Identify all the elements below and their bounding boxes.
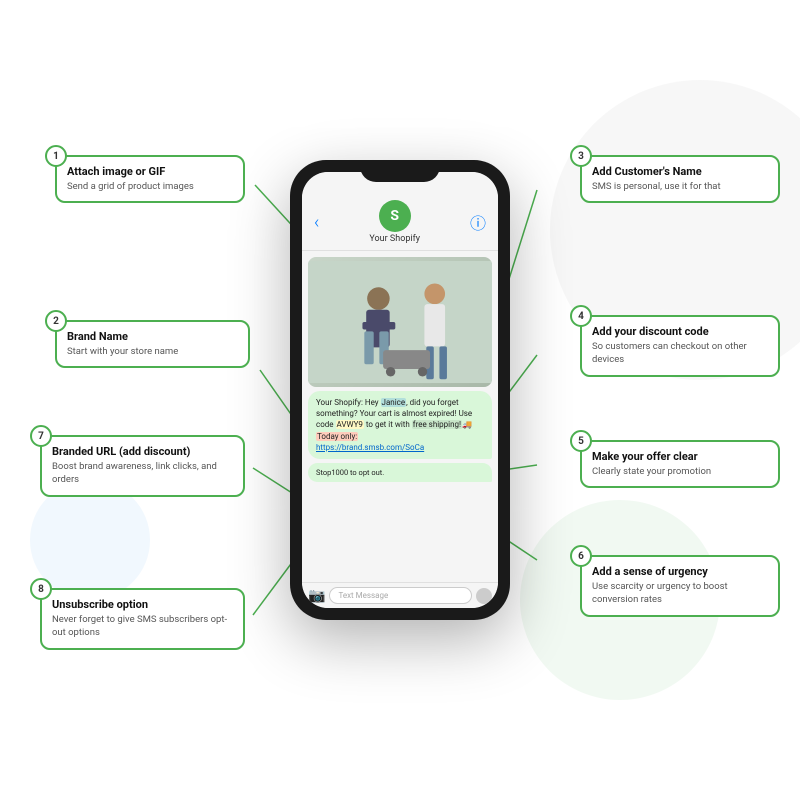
annotation-badge-8: 8	[30, 578, 52, 600]
sms-to-get: to get it with	[364, 420, 412, 429]
sms-app-header: ‹ S Your Shopify ⓘ	[302, 172, 498, 251]
annotation-title-6: Add a sense of urgency	[592, 565, 768, 578]
info-icon[interactable]: ⓘ	[470, 210, 486, 234]
annotation-badge-1: 1	[45, 145, 67, 167]
annotation-title-3: Add Customer's Name	[592, 165, 768, 178]
phone-mockup: ‹ S Your Shopify ⓘ	[290, 160, 510, 620]
annotation-badge-4: 4	[570, 305, 592, 327]
sms-today-only: Today only:	[316, 432, 358, 441]
sms-url: https://brand.smsb.com/SoCa	[316, 443, 424, 452]
annotation-badge-5: 5	[570, 430, 592, 452]
product-image	[308, 257, 492, 387]
sms-discount-code: AVWY9	[336, 420, 364, 429]
phone-notch	[360, 160, 440, 182]
annotation-desc-2: Start with your store name	[67, 345, 238, 358]
annotation-desc-4: So customers can checkout on other devic…	[592, 340, 768, 367]
contact-info: S Your Shopify	[369, 200, 420, 244]
annotation-title-1: Attach image or GIF	[67, 165, 233, 178]
annotation-7: 7 Branded URL (add discount) Boost brand…	[40, 435, 245, 497]
sms-brand-prefix: Your Shopify: Hey	[316, 398, 381, 407]
annotation-4: 4 Add your discount code So customers ca…	[580, 315, 780, 377]
annotation-desc-6: Use scarcity or urgency to boost convers…	[592, 580, 768, 607]
annotation-3: 3 Add Customer's Name SMS is personal, u…	[580, 155, 780, 203]
annotation-6: 6 Add a sense of urgency Use scarcity or…	[580, 555, 780, 617]
sms-optout-bubble: Stop1000 to opt out.	[308, 463, 492, 482]
annotation-badge-7: 7	[30, 425, 52, 447]
annotation-title-4: Add your discount code	[592, 325, 768, 338]
annotation-desc-7: Boost brand awareness, link clicks, and …	[52, 460, 233, 487]
annotation-1: 1 Attach image or GIF Send a grid of pro…	[55, 155, 245, 203]
annotation-5: 5 Make your offer clear Clearly state yo…	[580, 440, 780, 488]
annotation-2: 2 Brand Name Start with your store name	[55, 320, 250, 368]
annotation-badge-6: 6	[570, 545, 592, 567]
annotation-badge-2: 2	[45, 310, 67, 332]
camera-icon[interactable]: 📷	[308, 588, 325, 604]
sms-text-input[interactable]: Text Message	[329, 587, 472, 604]
sms-free-shipping: free shipping!	[412, 420, 462, 429]
annotation-desc-5: Clearly state your promotion	[592, 465, 768, 478]
sms-input-bar: 📷 Text Message	[302, 582, 498, 608]
annotation-title-7: Branded URL (add discount)	[52, 445, 233, 458]
sms-truck-emoji: 🚚	[462, 420, 472, 429]
back-arrow-icon[interactable]: ‹	[314, 212, 319, 233]
avatar: S	[379, 200, 411, 232]
product-image-svg	[308, 257, 492, 387]
annotation-desc-8: Never forget to give SMS subscribers opt…	[52, 613, 233, 640]
send-button[interactable]	[476, 588, 492, 604]
contact-name: Your Shopify	[369, 234, 420, 244]
sms-main-bubble: Your Shopify: Hey Janice, did you forget…	[308, 391, 492, 459]
sms-customer-name: Janice	[381, 398, 407, 407]
annotation-desc-1: Send a grid of product images	[67, 180, 233, 193]
annotation-8: 8 Unsubscribe option Never forget to giv…	[40, 588, 245, 650]
sms-body: Your Shopify: Hey Janice, did you forget…	[302, 251, 498, 582]
annotation-desc-3: SMS is personal, use it for that	[592, 180, 768, 193]
annotation-title-5: Make your offer clear	[592, 450, 768, 463]
annotation-title-2: Brand Name	[67, 330, 238, 343]
annotation-title-8: Unsubscribe option	[52, 598, 233, 611]
phone-screen: ‹ S Your Shopify ⓘ	[302, 172, 498, 608]
annotation-badge-3: 3	[570, 145, 592, 167]
